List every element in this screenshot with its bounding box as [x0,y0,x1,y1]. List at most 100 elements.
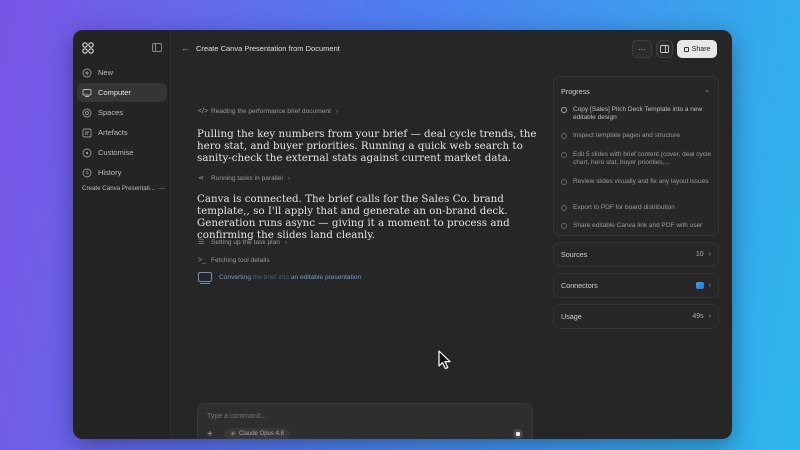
task-item: Export to PDF for board distribution [561,204,713,212]
assistant-message: Pulling the key numbers from your brief … [197,128,537,164]
right-panel: Progress ⌄ Copy [Sales] Pitch Deck Templ… [553,76,719,329]
step-plan[interactable]: ☰ Setting up the task plan › [198,238,288,247]
header: ← Create Canva Presentation from Documen… [171,30,732,68]
code-icon: </> [198,108,209,115]
terminal-icon: >_ [198,257,206,264]
sidebar-item-spaces[interactable]: Spaces [77,103,167,122]
app-window: New Computer Spaces Artefacts Customise … [73,30,732,439]
lock-icon [683,46,689,52]
panel-icon [660,45,669,53]
chat-area: </> Reading the performance brief docume… [171,68,549,439]
usage-row[interactable]: Usage 49s › [553,304,719,329]
sidebar-item-label: Customise [98,148,134,157]
sidebar: New Computer Spaces Artefacts Customise … [73,30,171,439]
step-label: Running tasks in parallel [211,174,283,182]
task-status-icon [561,223,567,229]
task-status-icon [561,205,567,211]
sidebar-item-customise[interactable]: Customise [77,143,167,162]
step-fetching[interactable]: >_ Fetching tool details [198,257,270,264]
toggle-panel-button[interactable] [656,40,673,58]
plus-circle-icon [82,68,92,78]
chevron-down-icon[interactable]: ⌄ [704,86,710,94]
history-icon [82,168,92,178]
recent-task-item[interactable]: Create Canva Presentati... — [82,185,165,192]
more-options-button[interactable]: ··· [632,40,652,58]
task-item: Inspect template pages and structure [561,132,713,140]
chevron-right-icon: › [708,313,711,320]
task-label: Edit 5 slides with brief content (cover,… [573,151,712,167]
task-label: Export to PDF for board distribution [573,204,675,211]
sidebar-item-artefacts[interactable]: Artefacts [77,123,167,142]
progress-card: Progress ⌄ Copy [Sales] Pitch Deck Templ… [553,76,719,236]
step-label: Setting up the task plan [211,238,280,246]
task-status-icon [561,133,567,139]
sidebar-item-label: Computer [98,88,131,97]
sidebar-item-label: History [98,168,122,177]
assistant-message: Canva is connected. The brief calls for … [197,193,510,241]
model-selector[interactable]: ✳ Claude Opus 4.8 [224,428,290,439]
parallel-tasks-icon: ⋖ [198,175,204,182]
converting-prefix: Converting [219,273,251,281]
more-options-icon[interactable]: — [159,185,165,192]
sidebar-item-computer[interactable]: Computer [77,83,167,102]
connectors-row[interactable]: Connectors › [553,273,719,298]
chevron-right-icon: › [287,174,291,182]
sidebar-item-label: New [98,68,114,77]
step-reading[interactable]: </> Reading the performance brief docume… [198,108,338,115]
usage-value: 49s [692,313,704,320]
sources-count: 10 [695,251,704,258]
sources-row[interactable]: Sources 10 › [553,242,719,267]
connectors-label: Connectors [561,281,598,290]
add-attachment-icon[interactable]: + [207,429,213,439]
step-label: Reading the performance brief document [211,108,331,115]
composer: + ✳ Claude Opus 4.8 [197,403,533,439]
model-label: Claude Opus 4.8 [238,431,284,437]
spaces-icon [82,108,92,118]
customise-icon [82,148,92,158]
sources-label: Sources [561,250,588,259]
chevron-right-icon: › [284,238,288,246]
step-label: Fetching tool details [211,257,270,264]
converting-text: Converting the brief into an editable pr… [219,274,361,281]
task-label: Share editable Canva link and PDF with u… [573,222,703,229]
page-title: Create Canva Presentation from Document [196,44,340,53]
task-label: Copy [Sales] Pitch Deck Template into a … [573,106,703,122]
chevron-right-icon: › [708,282,711,289]
task-status-icon [561,179,567,185]
monitor-icon [198,272,212,284]
chevron-right-icon: › [708,251,711,258]
task-item: Share editable Canva link and PDF with u… [561,222,713,230]
recent-task-label: Create Canva Presentati... [82,185,155,192]
command-input[interactable] [207,413,507,420]
converting-status: Converting the brief into an editable pr… [198,272,361,284]
share-label: Share [691,45,711,53]
app-logo-icon[interactable] [81,41,95,55]
chevron-right-icon: › [335,108,339,115]
back-arrow-icon[interactable]: ← [181,43,190,53]
task-label: Review slides visually and fix any layou… [573,178,709,185]
share-button[interactable]: Share [677,40,717,58]
progress-title: Progress [561,87,590,96]
artefacts-icon [82,128,92,138]
sidebar-item-label: Artefacts [98,128,128,137]
sidebar-item-new[interactable]: New [77,63,167,82]
sidebar-item-history[interactable]: History [77,163,167,182]
task-label: Inspect template pages and structure [573,132,680,139]
converting-suffix: an editable presentation [290,273,362,281]
task-item: Edit 5 slides with brief content (cover,… [561,151,713,168]
converting-mid: the brief into [250,273,291,281]
collapse-sidebar-icon[interactable] [152,43,162,52]
sidebar-nav: New Computer Spaces Artefacts Customise … [77,63,167,183]
sidebar-item-label: Spaces [98,108,124,117]
claude-logo-icon: ✳ [230,431,236,438]
step-parallel[interactable]: ⋖ Running tasks in parallel › [198,174,291,183]
task-status-icon [561,107,567,113]
computer-icon [82,88,92,98]
task-item: Review slides visually and fix any layou… [561,178,713,186]
canva-icon [695,282,704,289]
task-status-icon [561,152,567,158]
list-icon: ☰ [198,239,205,246]
ellipsis-icon: ··· [638,44,646,54]
stop-button[interactable] [513,429,523,439]
mouse-pointer-icon [438,350,451,370]
